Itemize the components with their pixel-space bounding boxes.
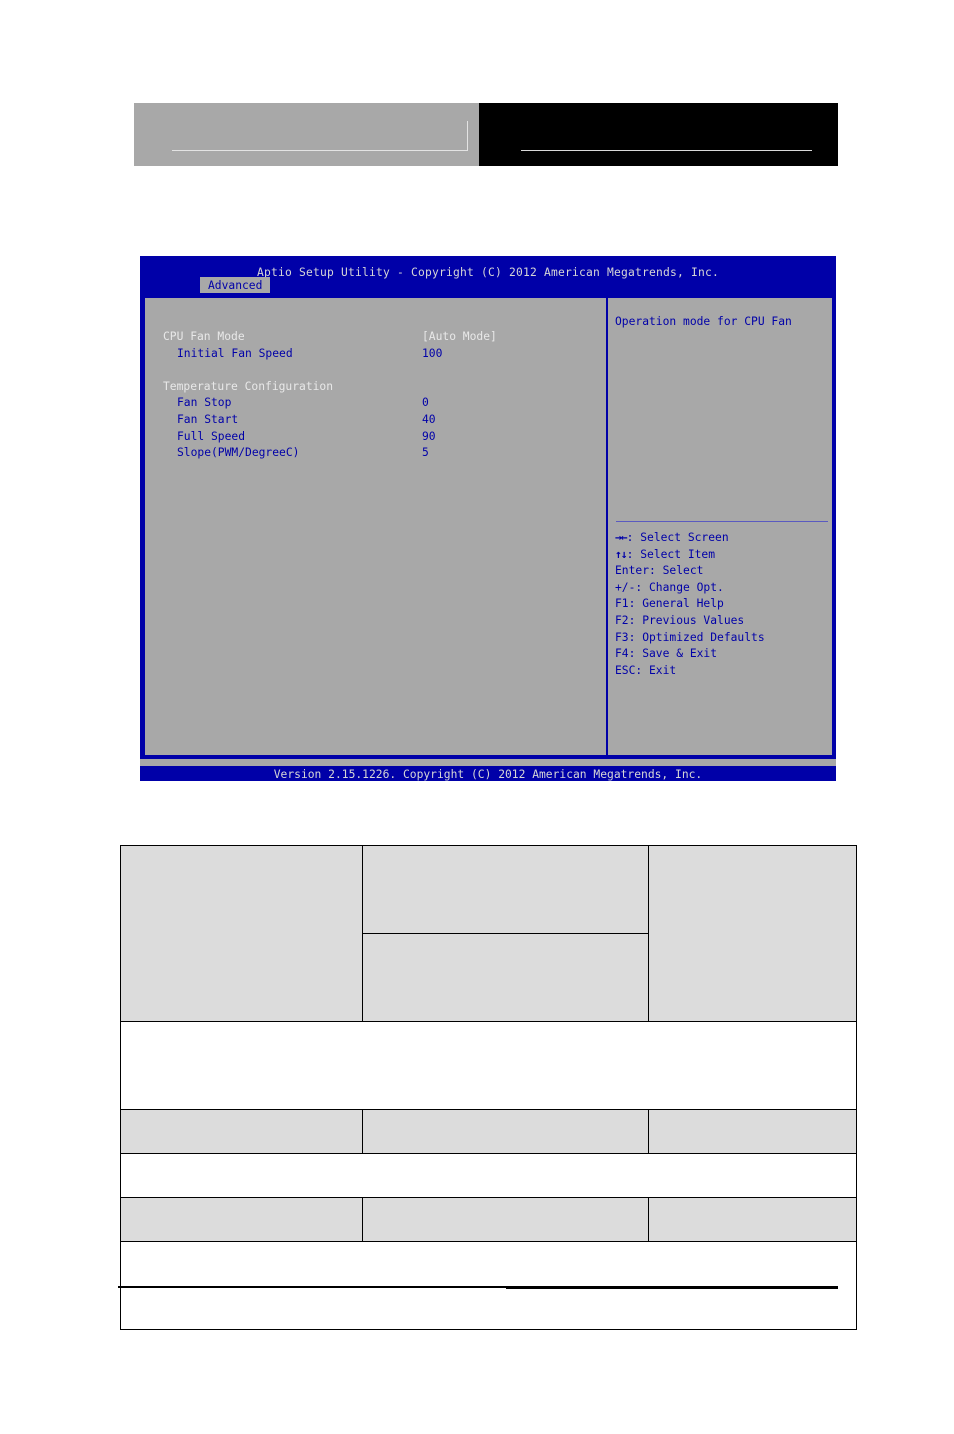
table-row xyxy=(120,1021,857,1110)
table-row xyxy=(120,1153,857,1198)
table-cell xyxy=(362,1197,649,1242)
left-right-arrow-icon: →← xyxy=(615,531,628,544)
key-legend-row: F1: General Help xyxy=(615,596,828,613)
bios-footer-gray-strip xyxy=(140,759,836,766)
bios-footer-bar: Version 2.15.1226. Copyright (C) 2012 Am… xyxy=(140,766,836,781)
table-cell xyxy=(120,845,363,1022)
table-cell xyxy=(120,1153,857,1198)
bios-version-text: Version 2.15.1226. Copyright (C) 2012 Am… xyxy=(273,768,703,781)
table-cell xyxy=(120,1109,363,1154)
setting-label: Slope(PWM/DegreeC) xyxy=(177,446,300,460)
table-cell xyxy=(648,1197,857,1242)
setting-label: Temperature Configuration xyxy=(163,379,334,393)
up-down-arrow-icon: ↑↓ xyxy=(615,547,628,561)
page-header-right-box xyxy=(479,103,838,166)
bios-setup-screen: Aptio Setup Utility - Copyright (C) 2012… xyxy=(140,256,836,781)
key-legend-text: Enter: Select xyxy=(615,564,704,578)
key-legend-row: F4: Save & Exit xyxy=(615,646,828,663)
page-header xyxy=(134,103,838,166)
setting-label: Full Speed xyxy=(177,429,246,443)
table-cell xyxy=(120,1021,857,1110)
setting-label: CPU Fan Mode xyxy=(163,330,245,343)
table-cell xyxy=(362,1109,649,1154)
key-legend-text: +/-: Change Opt. xyxy=(615,580,724,594)
setting-value[interactable]: 100 xyxy=(422,346,442,363)
key-legend-row: +/-: Change Opt. xyxy=(615,580,828,597)
key-legend-text: : Select Screen xyxy=(626,531,729,544)
footer-rule-left xyxy=(118,1286,506,1288)
setting-label: Initial Fan Speed xyxy=(177,346,293,360)
setting-value[interactable]: [Auto Mode] xyxy=(422,329,497,346)
key-legend-text: F4: Save & Exit xyxy=(615,647,718,661)
setting-value[interactable]: 5 xyxy=(422,445,429,462)
bios-body: CPU Fan Mode [Auto Mode] Initial Fan Speed… xyxy=(140,293,836,759)
page-header-left-tick xyxy=(467,121,468,151)
settings-list: CPU Fan Mode [Auto Mode] Initial Fan Speed… xyxy=(145,298,606,755)
table-cell xyxy=(648,1109,857,1154)
page-header-right-rule xyxy=(521,150,812,151)
help-separator xyxy=(616,521,828,522)
key-legend-text: F1: General Help xyxy=(615,597,724,611)
table-row xyxy=(120,845,857,1022)
bios-content-frame: CPU Fan Mode [Auto Mode] Initial Fan Speed… xyxy=(143,296,834,757)
help-panel: Operation mode for CPU Fan →←: Select Sc… xyxy=(608,298,832,755)
setting-row[interactable]: Fan Start 40 xyxy=(145,412,606,429)
setting-row[interactable]: CPU Fan Mode [Auto Mode] xyxy=(145,329,606,346)
key-legend-row: F3: Optimized Defaults xyxy=(615,630,828,647)
footer-rule xyxy=(118,1286,838,1289)
key-legend-row: ↑↓: Select Item xyxy=(615,547,828,564)
key-legend: →←: Select Screen ↑↓: Select Item Enter: S… xyxy=(615,530,828,679)
setting-label: Fan Start xyxy=(177,412,239,426)
table-cell xyxy=(648,845,857,1022)
setting-row[interactable]: Fan Stop 0 xyxy=(145,395,606,412)
key-legend-text: ESC: Exit xyxy=(615,663,677,677)
key-legend-text: F2: Previous Values xyxy=(615,613,745,627)
table-cell xyxy=(362,845,649,934)
key-legend-row: F2: Previous Values xyxy=(615,613,828,630)
page-header-left-box xyxy=(134,103,479,166)
key-legend-row: →←: Select Screen xyxy=(615,530,828,547)
key-legend-row: ESC: Exit xyxy=(615,663,828,680)
table-cell xyxy=(362,933,649,1022)
key-legend-text: F3: Optimized Defaults xyxy=(615,630,765,644)
setting-value[interactable]: 40 xyxy=(422,412,436,429)
table-row xyxy=(120,1197,857,1242)
bios-title-bar: Aptio Setup Utility - Copyright (C) 2012… xyxy=(140,256,836,297)
key-legend-row: Enter: Select xyxy=(615,563,828,580)
setting-row[interactable]: Full Speed 90 xyxy=(145,429,606,446)
setting-label: Fan Stop xyxy=(177,396,232,410)
settings-spacer xyxy=(145,362,606,379)
page-header-left-rule xyxy=(172,150,468,151)
setting-row[interactable]: Slope(PWM/DegreeC) 5 xyxy=(145,445,606,462)
spec-table xyxy=(120,845,857,1330)
footer-rule-right xyxy=(506,1286,838,1289)
table-cell xyxy=(120,1197,363,1242)
help-description: Operation mode for CPU Fan xyxy=(615,315,792,328)
key-legend-text: : Select Item xyxy=(626,547,716,561)
setting-value[interactable]: 0 xyxy=(422,395,429,412)
setting-row[interactable]: Temperature Configuration xyxy=(145,379,606,396)
table-row xyxy=(120,1109,857,1154)
setting-value[interactable]: 90 xyxy=(422,429,436,446)
setting-row[interactable]: Initial Fan Speed 100 xyxy=(145,346,606,363)
